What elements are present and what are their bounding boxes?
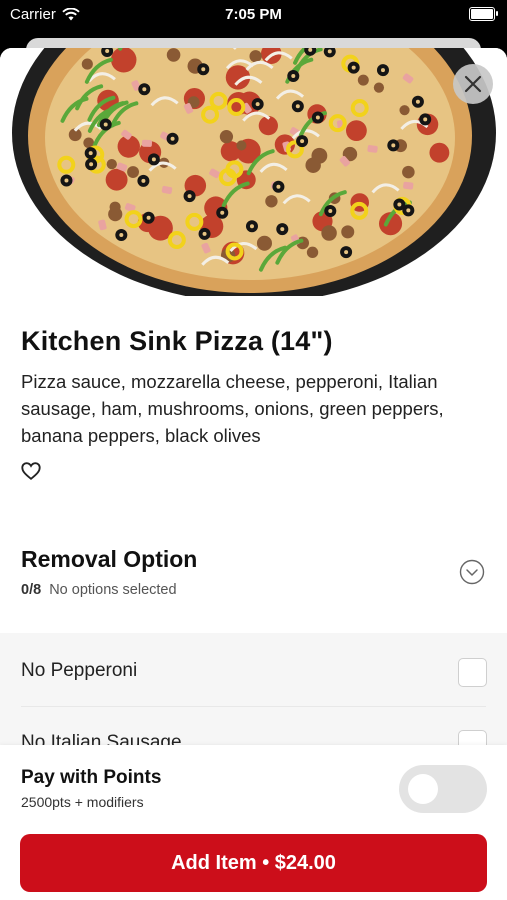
footer-panel: Pay with Points 2500pts + modifiers Add … [0, 745, 507, 900]
battery-icon [469, 7, 498, 21]
option-checkbox[interactable] [458, 658, 487, 687]
item-detail-sheet: Kitchen Sink Pizza (14") Pizza sauce, mo… [0, 48, 507, 900]
pay-with-points-title: Pay with Points [21, 767, 162, 788]
status-bar: Carrier 7:05 PM [0, 0, 507, 30]
close-button[interactable] [453, 64, 493, 104]
selection-status: No options selected [49, 582, 177, 598]
divider [21, 706, 486, 707]
removal-option-title: Removal Option [21, 546, 198, 572]
pay-with-points-subtitle: 2500pts + modifiers [21, 794, 144, 810]
close-icon [464, 75, 482, 93]
pay-with-points-toggle[interactable] [399, 765, 487, 813]
item-description: Pizza sauce, mozzarella cheese, pepperon… [21, 371, 444, 446]
option-no-pepperoni[interactable]: No Pepperoni [0, 636, 507, 706]
chevron-down-icon[interactable] [459, 559, 485, 585]
add-item-button[interactable]: Add Item • $24.00 [20, 834, 487, 892]
option-label: No Pepperoni [21, 660, 138, 681]
status-time: 7:05 PM [225, 6, 282, 23]
removal-option-status: 0/8 No options selected [21, 582, 177, 598]
toggle-knob [408, 774, 438, 804]
heart-icon[interactable] [20, 460, 42, 482]
pizza-image [0, 48, 507, 296]
selected-count: 0/8 [21, 582, 42, 598]
item-title: Kitchen Sink Pizza (14") [21, 326, 333, 356]
